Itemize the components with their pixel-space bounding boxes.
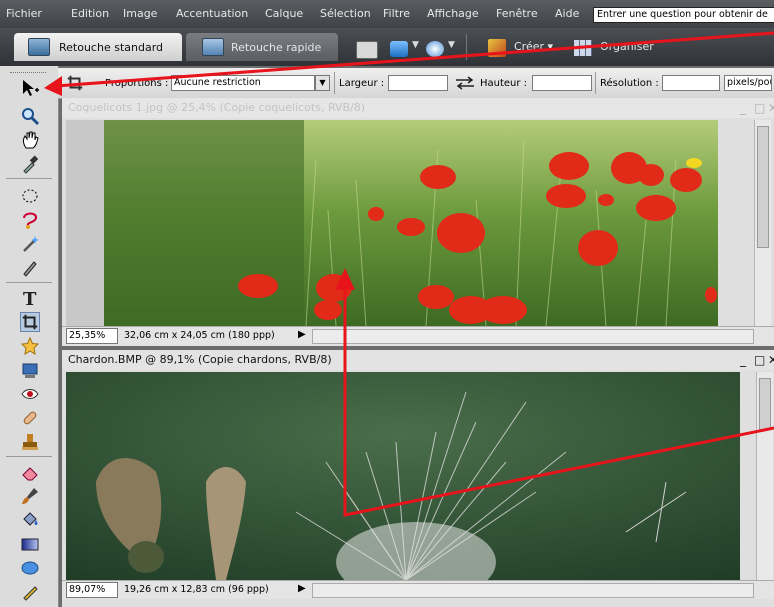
annotation-arrow-to-crop-tool (44, 31, 774, 96)
annotation-arrows (44, 31, 774, 517)
annotation-arrow-to-poppy-image (335, 268, 774, 517)
